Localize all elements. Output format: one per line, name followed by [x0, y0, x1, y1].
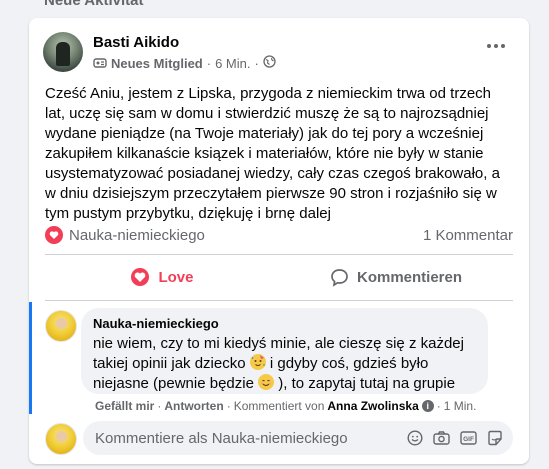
post-text-line: tym pustym przybytku, dziękuję i brnę da… — [45, 205, 331, 222]
reply-toolbar: GIF — [407, 430, 513, 446]
post-text-line: lat, uczę się sam w domu i stwierdzić mu… — [45, 105, 489, 122]
gif-icon[interactable]: GIF — [460, 430, 477, 446]
meta-separator: · — [157, 399, 162, 413]
more-options-icon[interactable] — [481, 36, 511, 56]
comment-label: Kommentieren — [356, 268, 463, 286]
comment-count[interactable]: 1 Kommentar — [423, 227, 513, 244]
post-time[interactable]: 6 Min. — [215, 56, 250, 71]
heart-icon — [131, 268, 150, 286]
post-actions: Love Kommentieren — [45, 258, 513, 296]
post-text-line: usystematyzować posiadanej wiedzy, cały … — [45, 165, 500, 182]
comment-highlight-bar — [29, 302, 32, 414]
post-header: Basti Aikido Neues Mitglied · 6 Min. · — [43, 32, 515, 76]
post-card: Basti Aikido Neues Mitglied · 6 Min. · C… — [29, 18, 529, 464]
comment-button[interactable]: Kommentieren — [279, 258, 513, 296]
camera-icon[interactable] — [433, 430, 450, 446]
post-meta: Neues Mitglied · 6 Min. · — [93, 55, 276, 71]
love-button[interactable]: Love — [45, 258, 279, 296]
reply-input[interactable]: Kommentiere als Nauka-niemieckiego GIF — [83, 421, 513, 455]
party-face-emoji-icon — [249, 354, 266, 370]
author-name[interactable]: Basti Aikido — [93, 34, 179, 51]
globe-icon — [263, 55, 276, 71]
member-badge-icon — [93, 56, 107, 70]
comment-author[interactable]: Nauka-niemieckiego — [93, 316, 476, 332]
comment-text-part: ), to zapytaj tutaj na grupie — [274, 375, 456, 392]
love-reaction-icon — [45, 226, 63, 244]
reply-placeholder: Kommentiere als Nauka-niemieckiego — [95, 429, 348, 447]
svg-text:GIF: GIF — [463, 436, 474, 443]
comment-bubble: Nauka-niemieckiego nie wiem, czy to mi k… — [81, 308, 488, 394]
author-avatar[interactable] — [43, 32, 83, 72]
love-label: Love — [158, 268, 194, 286]
divider — [45, 300, 513, 301]
comment-line: niejasne (pewnie będzie ), to zapytaj tu… — [93, 374, 476, 394]
comment-line: takiej opinii jak dziecko i gdyby coś, g… — [93, 354, 476, 374]
comment-icon — [331, 268, 348, 287]
smiling-face-emoji-icon — [258, 374, 275, 390]
commented-by-label: Kommentiert von — [233, 399, 325, 413]
meta-separator: · — [436, 399, 441, 413]
meta-separator-2: · — [254, 55, 259, 71]
post-text-line: w dniu dzisiejszym przeczytałem pierwsze… — [45, 185, 497, 202]
comment-like-button[interactable]: Gefällt mir — [95, 399, 154, 413]
smiley-icon[interactable] — [407, 430, 423, 446]
sticker-icon[interactable] — [487, 430, 503, 446]
comment-text: nie wiem, czy to mi kiedyś minie, ale ci… — [93, 334, 476, 394]
comment-text-part: i gdyby coś, gdzieś było — [265, 355, 429, 372]
comment-line: nie wiem, czy to mi kiedyś minie, ale ci… — [93, 335, 464, 352]
meta-separator: · — [226, 399, 231, 413]
member-badge[interactable]: Neues Mitglied — [111, 56, 203, 71]
post-text-line: Cześć Aniu, jestem z Lipska, przygoda z … — [45, 85, 492, 102]
post-text: Cześć Aniu, jestem z Lipska, przygoda z … — [45, 84, 517, 224]
info-icon[interactable]: i — [421, 400, 434, 412]
comment-time[interactable]: 1 Min. — [444, 399, 477, 413]
comment-reply-button[interactable]: Antworten — [164, 399, 223, 413]
commenter-avatar[interactable] — [45, 310, 77, 342]
comment-meta: Gefällt mir · Antworten · Kommentiert vo… — [95, 399, 476, 413]
comment-text-part: takiej opinii jak dziecko — [93, 355, 250, 372]
divider — [45, 254, 513, 255]
reaction-summary[interactable]: Nauka-niemieckiego — [45, 226, 205, 244]
comment-text-part: niejasne (pewnie będzie — [93, 375, 259, 392]
meta-separator: · — [206, 55, 212, 71]
post-text-line: zakupiłem kilkanaście ksiązek i materiał… — [45, 145, 484, 162]
current-user-avatar[interactable] — [45, 423, 77, 455]
section-title: Neue Aktivität — [44, 0, 144, 9]
post-stats: Nauka-niemieckiego 1 Kommentar — [45, 223, 513, 247]
post-text-line: wydane pieniądze (na Twoje materiały) ja… — [45, 125, 484, 142]
commented-by-name[interactable]: Anna Zwolinska — [327, 399, 418, 413]
reaction-name: Nauka-niemieckiego — [69, 226, 205, 244]
